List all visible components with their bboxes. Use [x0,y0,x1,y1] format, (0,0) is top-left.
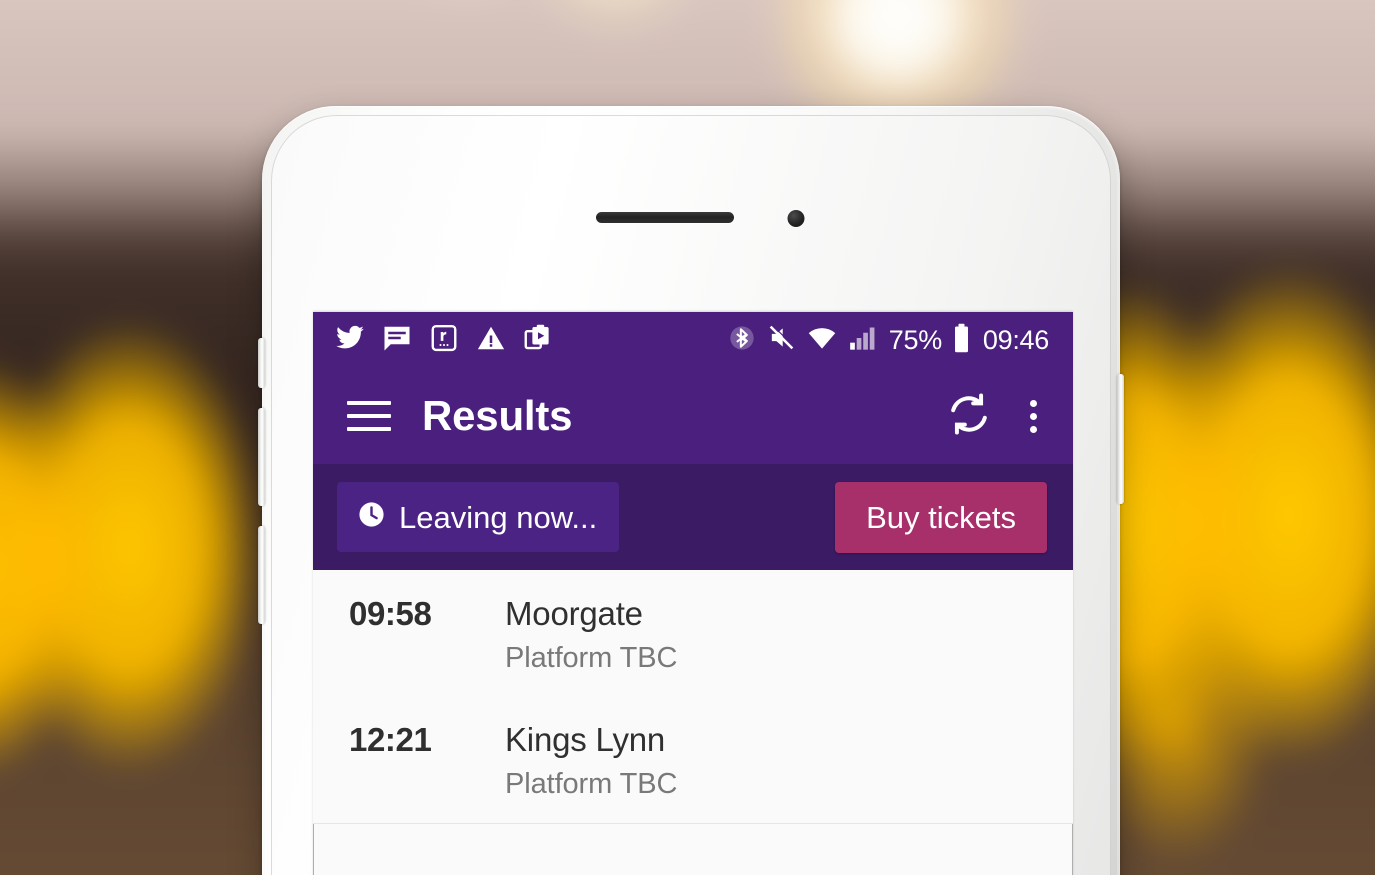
result-row[interactable]: 12:21 Kings Lynn Platform TBC [313,696,1073,822]
volume-down-button[interactable] [258,526,265,624]
app-bar-actions [944,389,1045,444]
battery-icon [953,323,970,358]
results-list: 09:58 Moorgate Platform TBC 12:21 Kings … [313,570,1073,824]
phone-screen: 75% 09:46 Results Leaving now... Buy tic… [313,312,1073,875]
twitter-icon [335,323,365,358]
volume-up-button[interactable] [258,408,265,506]
r-box-icon [429,323,459,358]
battery-percent-label: 75% [888,324,942,355]
destination-name: Moorgate [505,595,643,632]
destination-name: Kings Lynn [505,721,666,759]
clock-icon [357,500,386,534]
leaving-now-button[interactable]: Leaving now... [337,482,620,552]
bluetooth-icon [728,324,756,357]
hamburger-menu-icon[interactable] [347,401,391,431]
leaving-now-label: Leaving now... [399,499,598,535]
status-bar: 75% 09:46 [313,312,1073,368]
front-camera [787,210,805,227]
mute-switch[interactable] [258,338,265,388]
refresh-icon[interactable] [944,389,994,444]
platform-label: Platform TBC [505,768,678,801]
screenshot-scene: 75% 09:46 Results Leaving now... Buy tic… [0,0,1375,875]
warning-icon [476,323,506,358]
result-details: Kings Lynn Platform TBC [505,721,678,801]
earpiece-speaker [596,212,734,223]
departure-time: 12:21 [349,721,432,759]
page-title: Results [422,392,573,439]
buy-tickets-button[interactable]: Buy tickets [835,481,1047,553]
result-row[interactable]: 09:58 Moorgate Platform TBC [313,570,1073,696]
list-divider [313,822,1073,824]
power-button[interactable] [1117,374,1124,504]
departure-time: 09:58 [349,595,432,632]
result-details: Moorgate Platform TBC [505,595,678,674]
platform-label: Platform TBC [505,641,678,674]
media-clip-icon [523,323,553,358]
status-bar-clock: 09:46 [982,324,1049,355]
signal-bars-icon [848,324,878,357]
overflow-menu-icon[interactable] [1022,398,1045,435]
app-bar: Results [313,368,1073,464]
wifi-icon [807,323,837,358]
status-bar-system: 75% 09:46 [728,323,1049,358]
filter-toolbar: Leaving now... Buy tickets [313,464,1073,570]
volume-mute-icon [767,323,796,357]
status-bar-notifications [335,323,553,358]
message-icon [382,323,412,358]
phone-device: 75% 09:46 Results Leaving now... Buy tic… [258,106,1124,875]
